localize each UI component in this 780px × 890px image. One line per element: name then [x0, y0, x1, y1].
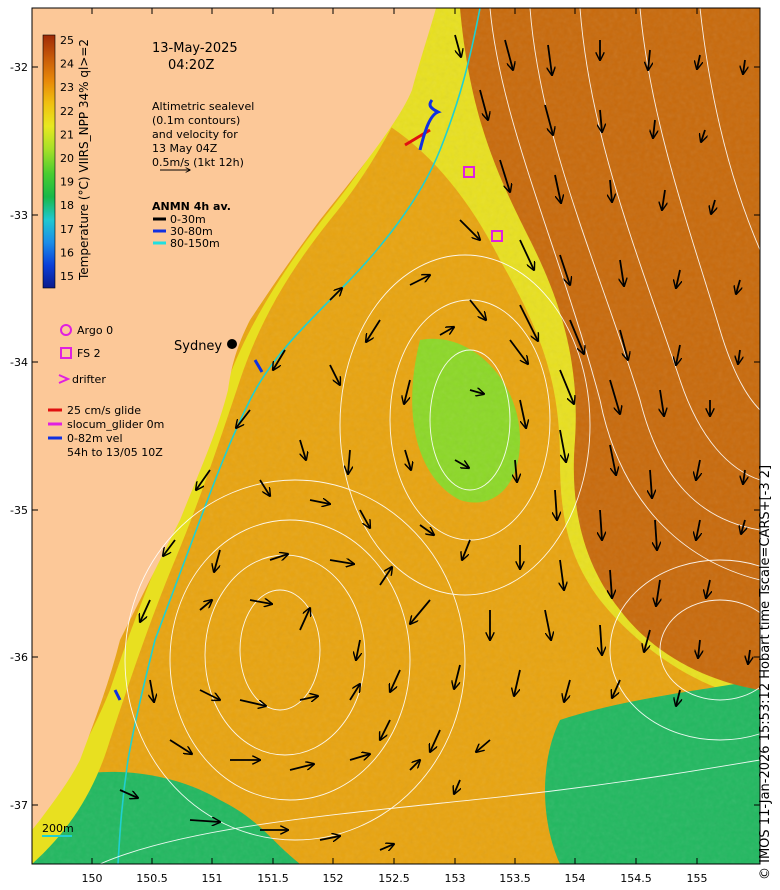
sydney-marker — [227, 339, 237, 349]
x-tick-label: 153 — [445, 872, 466, 885]
svg-text:Altimetric sealevel: Altimetric sealevel — [152, 100, 254, 113]
x-tick-label: 151 — [202, 872, 223, 885]
x-tick-label: 150.5 — [136, 872, 168, 885]
x-tick-label: 155 — [687, 872, 708, 885]
svg-text:13 May 04Z: 13 May 04Z — [152, 142, 218, 155]
title-time: 04:20Z — [168, 58, 214, 73]
watermark: © IMOS 11-Jan-2026 15:53:12 Hobart time … — [758, 464, 773, 880]
colorbar-tick-label: 18 — [60, 199, 74, 212]
svg-text:(0.1m contours): (0.1m contours) — [152, 114, 240, 127]
svg-text:and velocity for: and velocity for — [152, 128, 238, 141]
map-plot-area — [32, 8, 760, 864]
anmn-title: ANMN 4h av. — [152, 200, 231, 213]
x-tick-label: 154.5 — [620, 872, 652, 885]
svg-text:0.5m/s (1kt 12h): 0.5m/s (1kt 12h) — [152, 156, 244, 169]
title-date: 13-May-2025 — [152, 41, 238, 56]
colorbar-tick-label: 17 — [60, 223, 74, 236]
colorbar-tick-label: 24 — [60, 58, 74, 71]
colorbar-tick-label: 23 — [60, 81, 74, 94]
svg-text:slocum_glider 0m: slocum_glider 0m — [67, 418, 164, 431]
x-tick-label: 151.5 — [257, 872, 289, 885]
isobath-label: 200m — [42, 822, 74, 835]
colorbar-tick-label: 21 — [60, 128, 74, 141]
x-tick-label: 152.5 — [378, 872, 410, 885]
colorbar-label: Temperature (°C) VIIRS_NPP 34% ql>=2 — [77, 39, 91, 281]
svg-text:0-82m vel: 0-82m vel — [67, 432, 123, 445]
argo-legend-label: Argo 0 — [77, 324, 113, 337]
svg-text:80-150m: 80-150m — [170, 237, 220, 250]
colorbar-tick-label: 16 — [60, 246, 74, 259]
y-tick-label: -34 — [10, 356, 28, 369]
sst-map: 150 150.5 151 151.5 152 152.5 153 153.5 154 154.5… — [10, 7, 761, 885]
colorbar-tick-label: 25 — [60, 34, 74, 47]
y-tick-label: -32 — [10, 61, 28, 74]
colorbar-tick-label: 19 — [60, 176, 74, 189]
x-tick-label: 154 — [565, 872, 586, 885]
x-tick-label: 153.5 — [499, 872, 531, 885]
x-tick-label: 150 — [82, 872, 103, 885]
svg-text:54h to 13/05 10Z: 54h to 13/05 10Z — [67, 446, 163, 459]
colorbar — [42, 34, 56, 289]
colorbar-tick-label: 20 — [60, 152, 74, 165]
y-tick-label: -35 — [10, 504, 28, 517]
fs-legend-label: FS 2 — [77, 347, 101, 360]
sydney-label: Sydney — [174, 339, 222, 354]
colorbar-tick-label: 15 — [60, 270, 74, 283]
y-tick-label: -37 — [10, 799, 28, 812]
y-tick-label: -33 — [10, 209, 28, 222]
x-tick-label: 152 — [323, 872, 344, 885]
y-tick-label: -36 — [10, 651, 28, 664]
colorbar-tick-label: 22 — [60, 105, 74, 118]
svg-text:25 cm/s glide: 25 cm/s glide — [67, 404, 141, 417]
drifter-legend-label: drifter — [72, 373, 106, 386]
